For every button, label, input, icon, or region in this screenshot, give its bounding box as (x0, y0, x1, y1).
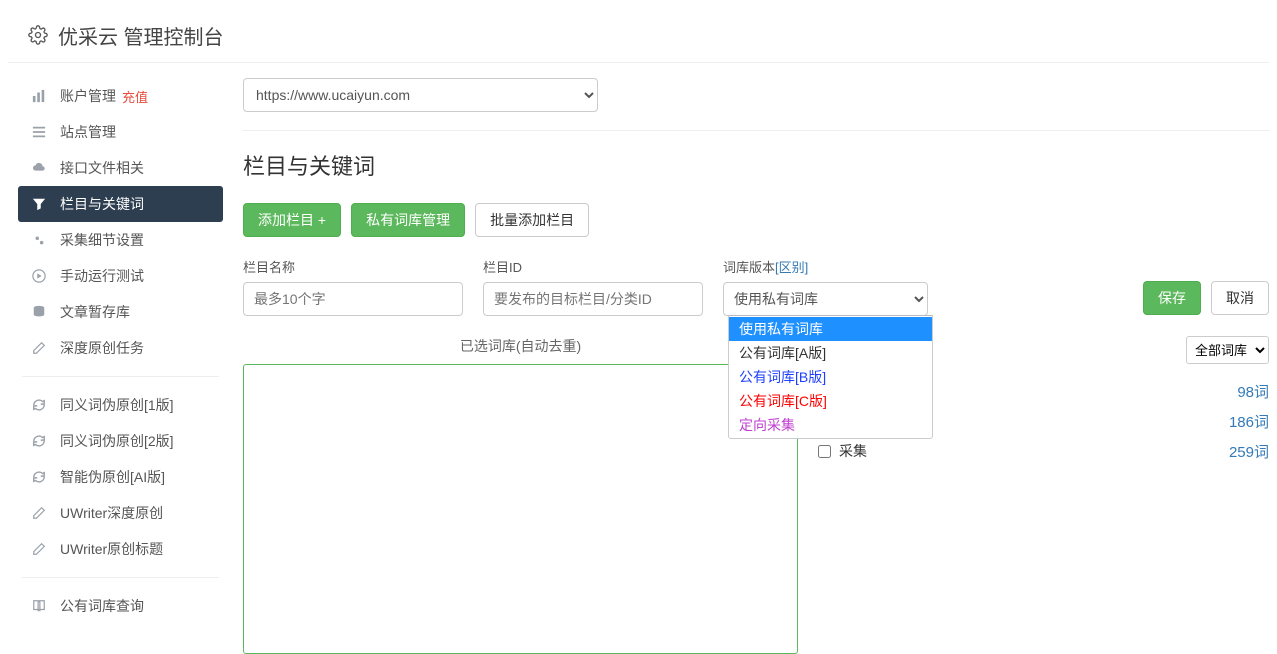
selected-wordlib-title: 已选词库(自动去重) (243, 336, 798, 356)
filter-icon (30, 195, 48, 213)
page-title: 栏目与关键词 (243, 149, 1269, 181)
column-name-label: 栏目名称 (243, 257, 463, 276)
gear-icon (28, 25, 48, 45)
refresh-icon (30, 432, 48, 450)
sidebar-item[interactable]: 接口文件相关 (18, 150, 223, 186)
cloud-icon (30, 159, 48, 177)
sidebar-item-label: 接口文件相关 (60, 158, 144, 178)
column-name-input[interactable] (243, 282, 463, 316)
edit-icon (30, 339, 48, 357)
dropdown-option[interactable]: 使用私有词库 (729, 317, 932, 341)
sidebar-item[interactable]: 手动运行测试 (18, 258, 223, 294)
sidebar-divider (22, 376, 219, 377)
refresh-icon (30, 396, 48, 414)
sidebar-item[interactable]: 深度原创任务 (18, 330, 223, 366)
list-icon (30, 123, 48, 141)
app-title: 优采云 管理控制台 (58, 21, 224, 50)
sidebar-item-label: 账户管理 (60, 86, 116, 106)
book-icon (30, 597, 48, 615)
sidebar-item-label: 文章暂存库 (60, 302, 130, 322)
edit-icon (30, 540, 48, 558)
version-dropdown-pop: 使用私有词库公有词库[A版]公有词库[B版]公有词库[C版]定向采集 (728, 315, 933, 439)
recharge-badge[interactable]: 充值 (122, 87, 148, 106)
wordlib-row: 采集 259词 (818, 436, 1269, 466)
sidebar-item-label: 深度原创任务 (60, 338, 144, 358)
app-header: 优采云 管理控制台 (8, 8, 1269, 63)
horizontal-rule (243, 130, 1269, 131)
sidebar-divider (22, 577, 219, 578)
column-id-input[interactable] (483, 282, 703, 316)
sidebar-item[interactable]: 同义词伪原创[1版] (18, 387, 223, 423)
site-select[interactable]: https://www.ucaiyun.com (243, 78, 598, 112)
sidebar-item-label: 智能伪原创[AI版] (60, 467, 165, 487)
dropdown-option[interactable]: 公有词库[C版] (729, 389, 932, 413)
version-select[interactable]: 使用私有词库 (723, 282, 928, 316)
sidebar-item-label: 公有词库查询 (60, 596, 144, 616)
sidebar-item-label: 同义词伪原创[2版] (60, 431, 174, 451)
sidebar-item-label: 站点管理 (60, 122, 116, 142)
selected-wordlib-box[interactable] (243, 364, 798, 654)
sidebar-item[interactable]: 公有词库查询 (18, 588, 223, 624)
cancel-button[interactable]: 取消 (1211, 281, 1269, 315)
wordlib-checkbox[interactable] (818, 445, 831, 458)
sidebar-item[interactable]: 采集细节设置 (18, 222, 223, 258)
play-icon (30, 267, 48, 285)
wordlib-label: 采集 (839, 441, 867, 461)
sidebar-item[interactable]: 同义词伪原创[2版] (18, 423, 223, 459)
version-label: 词库版本[区别] (723, 257, 928, 276)
save-button[interactable]: 保存 (1143, 281, 1201, 315)
wordlib-count[interactable]: 98词 (1237, 381, 1269, 402)
sidebar-item[interactable]: 智能伪原创[AI版] (18, 459, 223, 495)
bar-chart-icon (30, 87, 48, 105)
column-id-label: 栏目ID (483, 257, 703, 276)
form-row: 栏目名称 栏目ID 词库版本[区别] 使用私有词库 保存 取消 使用私有词库公有… (243, 257, 1269, 316)
sidebar-item[interactable]: 站点管理 (18, 114, 223, 150)
version-diff-link[interactable]: [区别] (775, 260, 808, 275)
db-icon (30, 303, 48, 321)
add-column-button[interactable]: 添加栏目 + (243, 203, 341, 237)
sidebar-item-label: 采集细节设置 (60, 230, 144, 250)
refresh-icon (30, 468, 48, 486)
button-row: 添加栏目 + 私有词库管理 批量添加栏目 (243, 203, 1269, 237)
sidebar-item-label: 同义词伪原创[1版] (60, 395, 174, 415)
dropdown-option[interactable]: 公有词库[A版] (729, 341, 932, 365)
sidebar-item-label: 手动运行测试 (60, 266, 144, 286)
sidebar-item-label: 栏目与关键词 (60, 194, 144, 214)
edit-icon (30, 504, 48, 522)
manage-wordlib-button[interactable]: 私有词库管理 (351, 203, 465, 237)
wordlib-filter-select[interactable]: 全部词库 (1186, 336, 1269, 364)
wordlib-count[interactable]: 259词 (1229, 441, 1269, 462)
wordlib-count[interactable]: 186词 (1229, 411, 1269, 432)
sidebar-item[interactable]: 账户管理充值 (18, 78, 223, 114)
dropdown-option[interactable]: 公有词库[B版] (729, 365, 932, 389)
sidebar: 账户管理充值站点管理接口文件相关栏目与关键词采集细节设置手动运行测试文章暂存库深… (8, 63, 223, 654)
sidebar-item-label: UWriter原创标题 (60, 539, 163, 559)
batch-add-button[interactable]: 批量添加栏目 (475, 203, 589, 237)
sidebar-item[interactable]: UWriter原创标题 (18, 531, 223, 567)
sidebar-item[interactable]: UWriter深度原创 (18, 495, 223, 531)
sidebar-item[interactable]: 栏目与关键词 (18, 186, 223, 222)
main-content: https://www.ucaiyun.com 栏目与关键词 添加栏目 + 私有… (223, 63, 1269, 654)
dropdown-option[interactable]: 定向采集 (729, 413, 932, 437)
sidebar-item-label: UWriter深度原创 (60, 503, 163, 523)
sidebar-item[interactable]: 文章暂存库 (18, 294, 223, 330)
gears-icon (30, 231, 48, 249)
